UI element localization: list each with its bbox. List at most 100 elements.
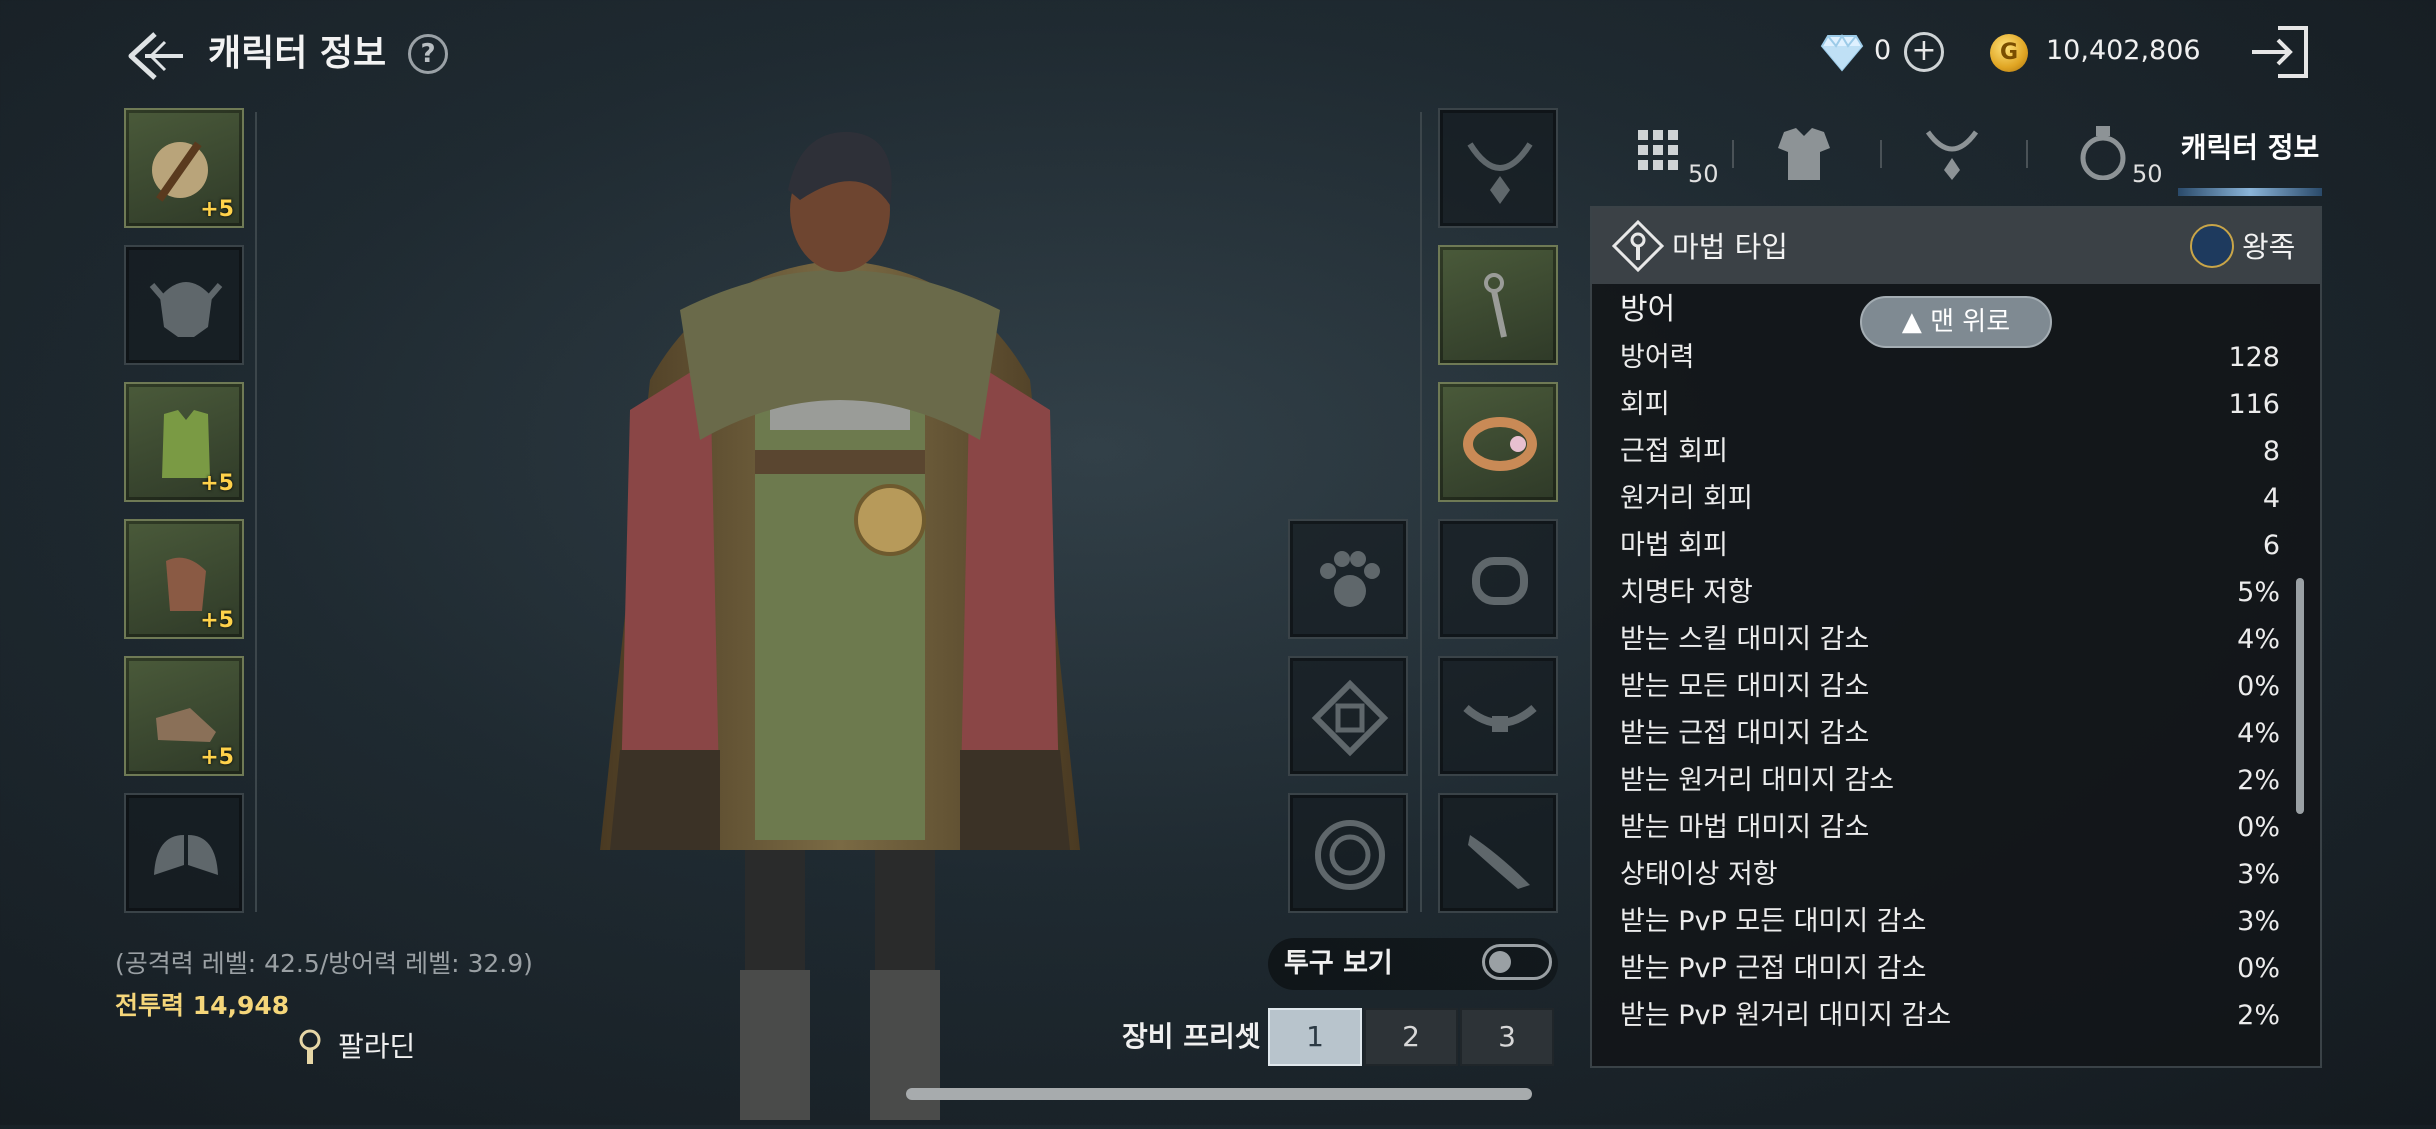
stat-value: 3%	[2237, 906, 2280, 937]
earring-slot[interactable]	[1438, 245, 1558, 365]
preset-button-3[interactable]: 3	[1460, 1008, 1554, 1066]
attack-defense-levels: (공격력 레벨: 42.5/방어력 레벨: 32.9)	[115, 949, 533, 978]
stat-name: 마법 회피	[1620, 530, 1728, 561]
stat-name: 받는 스킬 대미지 감소	[1620, 624, 1870, 655]
stat-name: 받는 마법 대미지 감소	[1620, 812, 1870, 843]
stat-row: 원거리 회피 4	[1620, 475, 2280, 522]
stat-row: 회피 116	[1620, 381, 2280, 428]
equipment-preset-label: 장비 프리셋	[1122, 1020, 1261, 1053]
preset-button-2[interactable]: 2	[1364, 1008, 1458, 1066]
exit-button[interactable]	[2248, 22, 2312, 82]
combat-power: 전투력 14,948	[115, 991, 290, 1020]
emblem-slot[interactable]	[1288, 656, 1408, 776]
helmet-toggle-switch[interactable]	[1482, 944, 1552, 980]
class-icon	[292, 1028, 328, 1066]
ring-slot[interactable]	[1438, 382, 1558, 502]
page-title: 캐릭터 정보	[208, 33, 387, 74]
tab-accessory[interactable]	[1920, 112, 2000, 196]
stat-row: 받는 PvP 모든 대미지 감소 3%	[1620, 898, 2280, 945]
tab-consumables[interactable]: 50	[2070, 112, 2170, 196]
stat-name: 근접 회피	[1620, 436, 1728, 467]
stat-value: 6	[2262, 530, 2280, 561]
stat-row: 상태이상 저항 3%	[1620, 851, 2280, 898]
left-column-divider	[255, 112, 257, 912]
tab-separator	[1880, 140, 1882, 168]
enchant-level: +5	[200, 608, 234, 633]
stat-value: 4	[2262, 483, 2280, 514]
necklace-icon	[1925, 130, 1979, 180]
stat-name: 회피	[1620, 389, 1670, 420]
diamond-icon	[1820, 32, 1864, 72]
armor-slot[interactable]: +5	[124, 382, 244, 502]
tab-separator	[2026, 140, 2028, 168]
tab-separator	[1732, 140, 1734, 168]
stat-value: 2%	[2237, 1000, 2280, 1031]
stat-value: 116	[2228, 389, 2280, 420]
stat-value: 4%	[2237, 718, 2280, 749]
home-indicator	[906, 1088, 1532, 1100]
grid-icon	[1638, 130, 1678, 170]
stat-row: 받는 마법 대미지 감소 0%	[1620, 804, 2280, 851]
add-diamond-button[interactable]: +	[1904, 32, 1944, 72]
cloak-slot[interactable]	[124, 793, 244, 913]
magic-type-title: 마법 타입	[1672, 230, 1788, 264]
tab-inventory[interactable]: 50	[1628, 112, 1758, 196]
inventory-count: 50	[1688, 160, 1719, 188]
class-name: 팔라딘	[338, 1030, 416, 1063]
faction-icon	[2190, 224, 2234, 268]
boots-slot[interactable]: +5	[124, 656, 244, 776]
stat-name: 받는 원거리 대미지 감소	[1620, 765, 1895, 796]
tab-character-info-label: 캐릭터 정보	[2180, 131, 2320, 164]
tab-armor[interactable]	[1770, 112, 1850, 196]
stat-value: 4%	[2237, 624, 2280, 655]
stat-row: 치명타 저항 5%	[1620, 569, 2280, 616]
stat-row: 받는 근접 대미지 감소 4%	[1620, 710, 2280, 757]
stat-value: 2%	[2237, 765, 2280, 796]
stat-name: 상태이상 저항	[1620, 859, 1778, 890]
helmet-toggle-label: 투구 보기	[1284, 948, 1393, 979]
gloves-slot[interactable]: +5	[124, 519, 244, 639]
character-model[interactable]	[560, 110, 1120, 1125]
stat-value: 0%	[2237, 953, 2280, 984]
armor-icon	[1778, 128, 1830, 180]
stat-row: 받는 모든 대미지 감소 0%	[1620, 663, 2280, 710]
back-arrow-icon	[128, 32, 183, 80]
coin-slot[interactable]	[1288, 793, 1408, 913]
helmet-slot[interactable]	[124, 245, 244, 365]
enchant-level: +5	[200, 471, 234, 496]
horn-slot[interactable]	[1438, 793, 1558, 913]
stat-name: 원거리 회피	[1620, 483, 1753, 514]
enchant-level: +5	[200, 745, 234, 770]
section-title-defense: 방어	[1620, 292, 1676, 327]
bracelet-slot[interactable]	[1438, 519, 1558, 639]
panel-scrollbar[interactable]	[2296, 578, 2304, 814]
switch-knob	[1489, 951, 1511, 973]
stat-value: 128	[2228, 342, 2280, 373]
weapon-slot[interactable]: +5	[124, 108, 244, 228]
potion-icon	[2080, 126, 2126, 180]
stat-row: 받는 PvP 원거리 대미지 감소 2%	[1620, 992, 2280, 1039]
stat-name: 받는 모든 대미지 감소	[1620, 671, 1870, 702]
magic-type-icon	[1611, 219, 1665, 273]
active-tab-indicator	[2178, 188, 2322, 196]
gold-amount: 10,402,806	[2046, 35, 2201, 66]
exit-icon	[2252, 26, 2308, 78]
paw-slot[interactable]	[1288, 519, 1408, 639]
stat-row: 받는 원거리 대미지 감소 2%	[1620, 757, 2280, 804]
preset-button-1[interactable]: 1	[1268, 1008, 1362, 1066]
back-button[interactable]	[125, 28, 185, 84]
stat-name: 받는 PvP 근접 대미지 감소	[1620, 953, 1927, 984]
necklace-slot[interactable]	[1438, 108, 1558, 228]
stat-value: 3%	[2237, 859, 2280, 890]
belt-slot[interactable]	[1438, 656, 1558, 776]
right-column-divider	[1420, 112, 1422, 912]
stat-value: 8	[2262, 436, 2280, 467]
stat-name: 받는 PvP 모든 대미지 감소	[1620, 906, 1927, 937]
stat-name: 받는 근접 대미지 감소	[1620, 718, 1870, 749]
stat-name: 받는 PvP 원거리 대미지 감소	[1620, 1000, 1952, 1031]
stat-row: 방어력 128	[1620, 334, 2280, 381]
help-icon[interactable]: ?	[408, 34, 448, 74]
stat-name: 방어력	[1620, 342, 1695, 373]
faction-label: 왕족	[2242, 230, 2296, 264]
stat-row: 마법 회피 6	[1620, 522, 2280, 569]
